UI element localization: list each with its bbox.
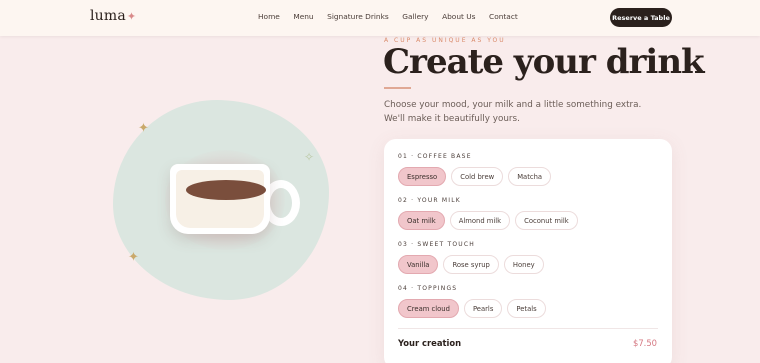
- section-label: 01 · COFFEE BASE: [398, 153, 472, 160]
- option-vanilla[interactable]: Vanilla: [398, 255, 439, 274]
- section-sweet-touch: 03 · SWEET TOUCH Vanilla Rose syrup Hone…: [398, 241, 549, 274]
- option-pearls[interactable]: Pearls: [463, 299, 503, 318]
- section-label: 04 · TOPPINGS: [398, 285, 458, 292]
- divider: [398, 328, 658, 329]
- option-group: Oat milk Almond milk Coconut milk: [398, 211, 583, 230]
- nav-menu[interactable]: Menu: [293, 12, 313, 21]
- option-rose-syrup[interactable]: Rose syrup: [443, 255, 499, 274]
- brand-name: luma: [90, 8, 126, 24]
- coffee-surface: [186, 180, 266, 200]
- option-coconut-milk[interactable]: Coconut milk: [515, 211, 578, 230]
- option-group: Vanilla Rose syrup Honey: [398, 255, 549, 274]
- title-underline: [384, 87, 411, 89]
- hero-subtitle: Choose your mood, your milk and a little…: [384, 100, 642, 124]
- option-almond-milk[interactable]: Almond milk: [449, 211, 511, 230]
- coffee-cup-illustration: [170, 164, 270, 234]
- section-coffee-base: 01 · COFFEE BASE Espresso Cold brew Matc…: [398, 153, 556, 186]
- nav-signature-drinks[interactable]: Signature Drinks: [327, 12, 389, 21]
- reserve-table-button[interactable]: Reserve a Table: [610, 8, 672, 27]
- sparkle-icon: ✦: [128, 250, 139, 265]
- nav-contact[interactable]: Contact: [489, 12, 518, 21]
- page-title: Create your drink: [383, 42, 705, 82]
- drink-builder-card: 01 · COFFEE BASE Espresso Cold brew Matc…: [384, 139, 672, 363]
- cup-inner: [176, 170, 266, 228]
- option-espresso[interactable]: Espresso: [398, 167, 447, 186]
- option-group: Cream cloud Pearls Petals: [398, 299, 551, 318]
- site-header: luma✦ Home Menu Signature Drinks Gallery…: [0, 0, 760, 36]
- total-price: $7.50: [633, 338, 657, 348]
- option-matcha[interactable]: Matcha: [508, 167, 552, 186]
- section-label: 02 · YOUR MILK: [398, 197, 461, 204]
- option-cream-cloud[interactable]: Cream cloud: [398, 299, 459, 318]
- sparkle-icon: ✧: [304, 150, 315, 164]
- option-honey[interactable]: Honey: [503, 255, 544, 274]
- section-label: 03 · SWEET TOUCH: [398, 241, 475, 248]
- sparkle-icon: ✦: [138, 121, 149, 136]
- option-oat-milk[interactable]: Oat milk: [398, 211, 445, 230]
- nav-home[interactable]: Home: [258, 12, 280, 21]
- option-cold-brew[interactable]: Cold brew: [451, 167, 504, 186]
- nav-gallery[interactable]: Gallery: [402, 12, 428, 21]
- sparkle-icon: ✦: [126, 10, 137, 23]
- option-group: Espresso Cold brew Matcha: [398, 167, 556, 186]
- main-nav: Home Menu Signature Drinks Gallery About…: [258, 12, 531, 21]
- nav-about-us[interactable]: About Us: [442, 12, 475, 21]
- option-petals[interactable]: Petals: [507, 299, 546, 318]
- total-label: Your creation: [398, 338, 462, 348]
- brand-logo[interactable]: luma✦: [90, 8, 136, 24]
- section-toppings: 04 · TOPPINGS Cream cloud Pearls Petals: [398, 285, 551, 318]
- section-your-milk: 02 · YOUR MILK Oat milk Almond milk Coco…: [398, 197, 583, 230]
